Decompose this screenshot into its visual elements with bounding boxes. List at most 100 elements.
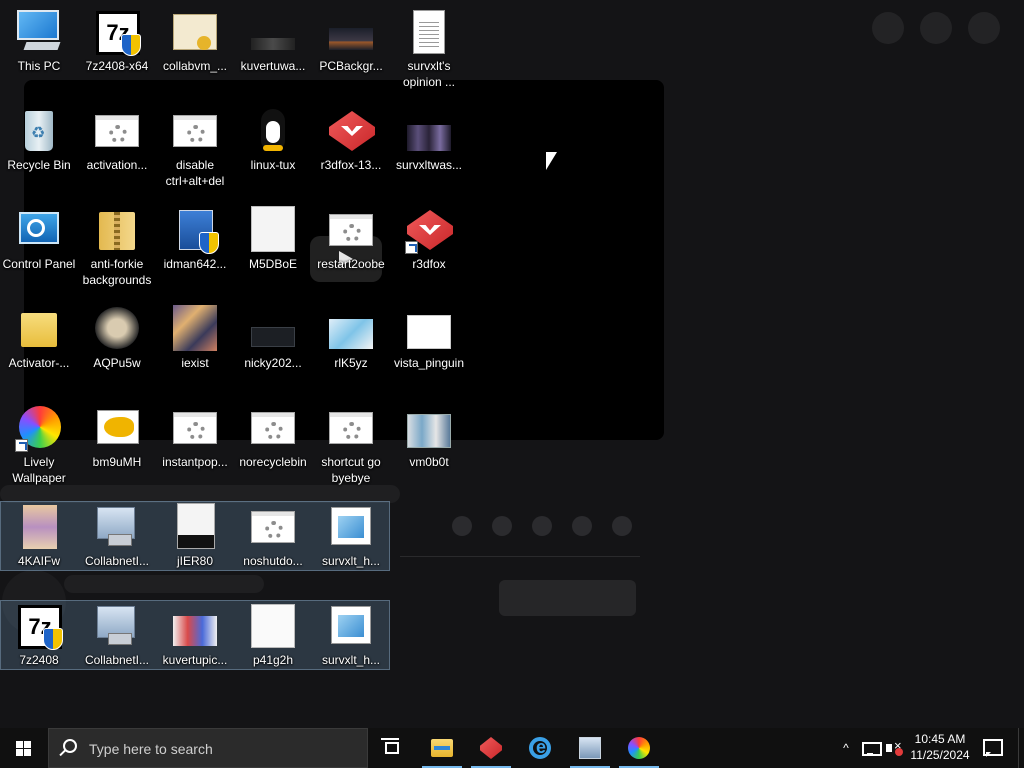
internet-explorer-icon — [529, 737, 551, 759]
desktop-icon-r3dfox-13[interactable]: r3dfox-13... — [312, 99, 390, 197]
desktop-icon-collabnet-1[interactable]: CollabnetI... — [78, 495, 156, 593]
icon-label: Recycle Bin — [7, 158, 71, 172]
icon-label: nicky202... — [244, 356, 302, 370]
desktop-icon-jier80[interactable]: jIER80 — [156, 495, 234, 593]
r3dfox-icon — [327, 107, 375, 155]
task-view-button[interactable] — [368, 728, 416, 768]
icon-label: Lively Wallpaper — [12, 455, 66, 485]
desktop-icon-rlk5yz[interactable]: rlK5yz — [312, 297, 390, 395]
desktop-icon-kuvertupic[interactable]: kuvertupic... — [156, 594, 234, 692]
icon-label: idman642... — [163, 257, 227, 271]
image-thumbnail-icon — [327, 305, 375, 353]
taskbar-lively-wallpaper[interactable] — [615, 728, 663, 768]
desktop-icon-instantpop[interactable]: instantpop... — [156, 396, 234, 494]
clock-date: 11/25/2024 — [910, 748, 970, 762]
desktop-icon-pcbackgr[interactable]: PCBackgr... — [312, 0, 390, 98]
desktop-icon-vista-pinguin[interactable]: vista_pinguin — [390, 297, 468, 395]
desktop-icon-linux-tux[interactable]: linux-tux — [234, 99, 312, 197]
desktop-icon-norecyclebin[interactable]: norecyclebin — [234, 396, 312, 494]
image-thumbnail-icon — [171, 602, 219, 650]
desktop-icon-disable-ctrl-alt-del[interactable]: disable ctrl+alt+del — [156, 99, 234, 197]
desktop-icon-idman642[interactable]: idman642... — [156, 198, 234, 296]
desktop-icon-this-pc[interactable]: This PC — [0, 0, 78, 98]
taskbar-collabnet[interactable] — [566, 728, 614, 768]
icon-label: norecyclebin — [239, 455, 307, 469]
volume-muted-badge — [895, 748, 903, 756]
application-icon — [327, 206, 375, 254]
image-thumbnail-icon — [405, 404, 453, 452]
7zip-installer-icon: 7z — [93, 8, 141, 56]
network-icon[interactable] — [862, 740, 882, 756]
desktop-icon-iexist[interactable]: iexist — [156, 297, 234, 395]
icon-label: disable ctrl+alt+del — [165, 158, 225, 188]
image-thumbnail-icon — [93, 305, 141, 353]
desktop-icon-lively-wallpaper[interactable]: Lively Wallpaper — [0, 396, 78, 494]
desktop-icon-survxltwas[interactable]: survxltwas... — [390, 99, 468, 197]
icon-label: restart2oobe — [317, 257, 385, 271]
desktop-icon-collabvm[interactable]: collabvm_... — [156, 0, 234, 98]
desktop-icon-p41g2h[interactable]: p41g2h — [234, 594, 312, 692]
desktop-icon-bm9umh[interactable]: bm9uMH — [78, 396, 156, 494]
desktop-icon-vm0b0t[interactable]: vm0b0t — [390, 396, 468, 494]
7zip-installer-icon: 7z — [15, 602, 63, 650]
application-icon — [171, 404, 219, 452]
lively-wallpaper-icon — [15, 404, 63, 452]
desktop-icon-aqpu5w[interactable]: AQPu5w — [78, 297, 156, 395]
application-icon — [327, 404, 375, 452]
desktop-icon-7z2408-x64[interactable]: 7z 7z2408-x64 — [78, 0, 156, 98]
desktop-icon-kuvertuwa[interactable]: kuvertuwa... — [234, 0, 312, 98]
wallpaper-divider — [400, 556, 640, 557]
icon-label: rlK5yz — [334, 356, 368, 370]
desktop-icon-7z2408[interactable]: 7z 7z2408 — [0, 594, 78, 692]
icon-label: Control Panel — [2, 257, 76, 271]
desktop-icon-4kaifw[interactable]: 4KAIFw — [0, 495, 78, 593]
desktop-icon-noshutdo[interactable]: noshutdo... — [234, 495, 312, 593]
taskbar-clock[interactable]: 10:45 AM 11/25/2024 — [906, 731, 974, 765]
wallpaper-circle — [968, 12, 1000, 44]
icon-label: r3dfox — [412, 257, 446, 271]
taskbar-r3dfox[interactable] — [467, 728, 515, 768]
icon-label: M5DBoE — [248, 257, 298, 271]
wallpaper-dot — [532, 516, 552, 536]
desktop[interactable]: This PC 7z 7z2408-x64 collabvm_... kuver… — [0, 0, 1024, 728]
icon-label: survxlt_h... — [321, 554, 381, 568]
desktop-icon-control-panel[interactable]: Control Panel — [0, 198, 78, 296]
taskbar-file-explorer[interactable] — [418, 728, 466, 768]
start-button[interactable] — [0, 728, 48, 768]
show-hidden-icons-button[interactable]: ^ — [838, 740, 854, 756]
shortcut-arrow-icon — [405, 241, 418, 254]
desktop-icon-activation[interactable]: activation... — [78, 99, 156, 197]
icon-label: shortcut go byebye — [321, 455, 381, 485]
text-document-icon — [405, 8, 453, 56]
desktop-icon-restart2oobe[interactable]: restart2oobe — [312, 198, 390, 296]
desktop-icon-nicky202[interactable]: nicky202... — [234, 297, 312, 395]
desktop-icon-activator[interactable]: Activator-... — [0, 297, 78, 395]
taskbar-internet-explorer[interactable] — [516, 728, 564, 768]
wallpaper-circle — [920, 12, 952, 44]
icon-label: 4KAIFw — [17, 554, 60, 568]
desktop-icon-r3dfox[interactable]: r3dfox — [390, 198, 468, 296]
lively-wallpaper-icon — [628, 737, 650, 759]
show-desktop-button[interactable] — [1018, 728, 1024, 768]
image-thumbnail-icon — [171, 503, 219, 551]
desktop-icon-shortcut-go-byebye[interactable]: shortcut go byebye — [312, 396, 390, 494]
installer-icon — [171, 206, 219, 254]
recycle-bin-icon — [15, 107, 63, 155]
icon-label: CollabnetI... — [84, 554, 150, 568]
icon-label: noshutdo... — [243, 554, 303, 568]
image-thumbnail-icon — [327, 8, 375, 56]
desktop-icon-survxlts-opinion[interactable]: survxlt's opinion ... — [390, 0, 468, 98]
computer-installer-icon — [93, 503, 141, 551]
image-thumbnail-icon — [249, 8, 297, 56]
desktop-icon-m5dboe[interactable]: M5DBoE — [234, 198, 312, 296]
mouse-cursor — [546, 152, 557, 170]
action-center-icon[interactable] — [982, 738, 1003, 757]
desktop-icon-anti-forkie-backgrounds[interactable]: anti-forkie backgrounds — [78, 198, 156, 296]
taskbar-search-box[interactable]: Type here to search — [48, 728, 368, 768]
desktop-icon-collabnet-2[interactable]: CollabnetI... — [78, 594, 156, 692]
image-thumbnail-icon — [93, 404, 141, 452]
desktop-icon-survxlt-h-1[interactable]: survxlt_h... — [312, 495, 390, 593]
desktop-icon-survxlt-h-2[interactable]: survxlt_h... — [312, 594, 390, 692]
wallpaper-dot — [452, 516, 472, 536]
desktop-icon-recycle-bin[interactable]: Recycle Bin — [0, 99, 78, 197]
